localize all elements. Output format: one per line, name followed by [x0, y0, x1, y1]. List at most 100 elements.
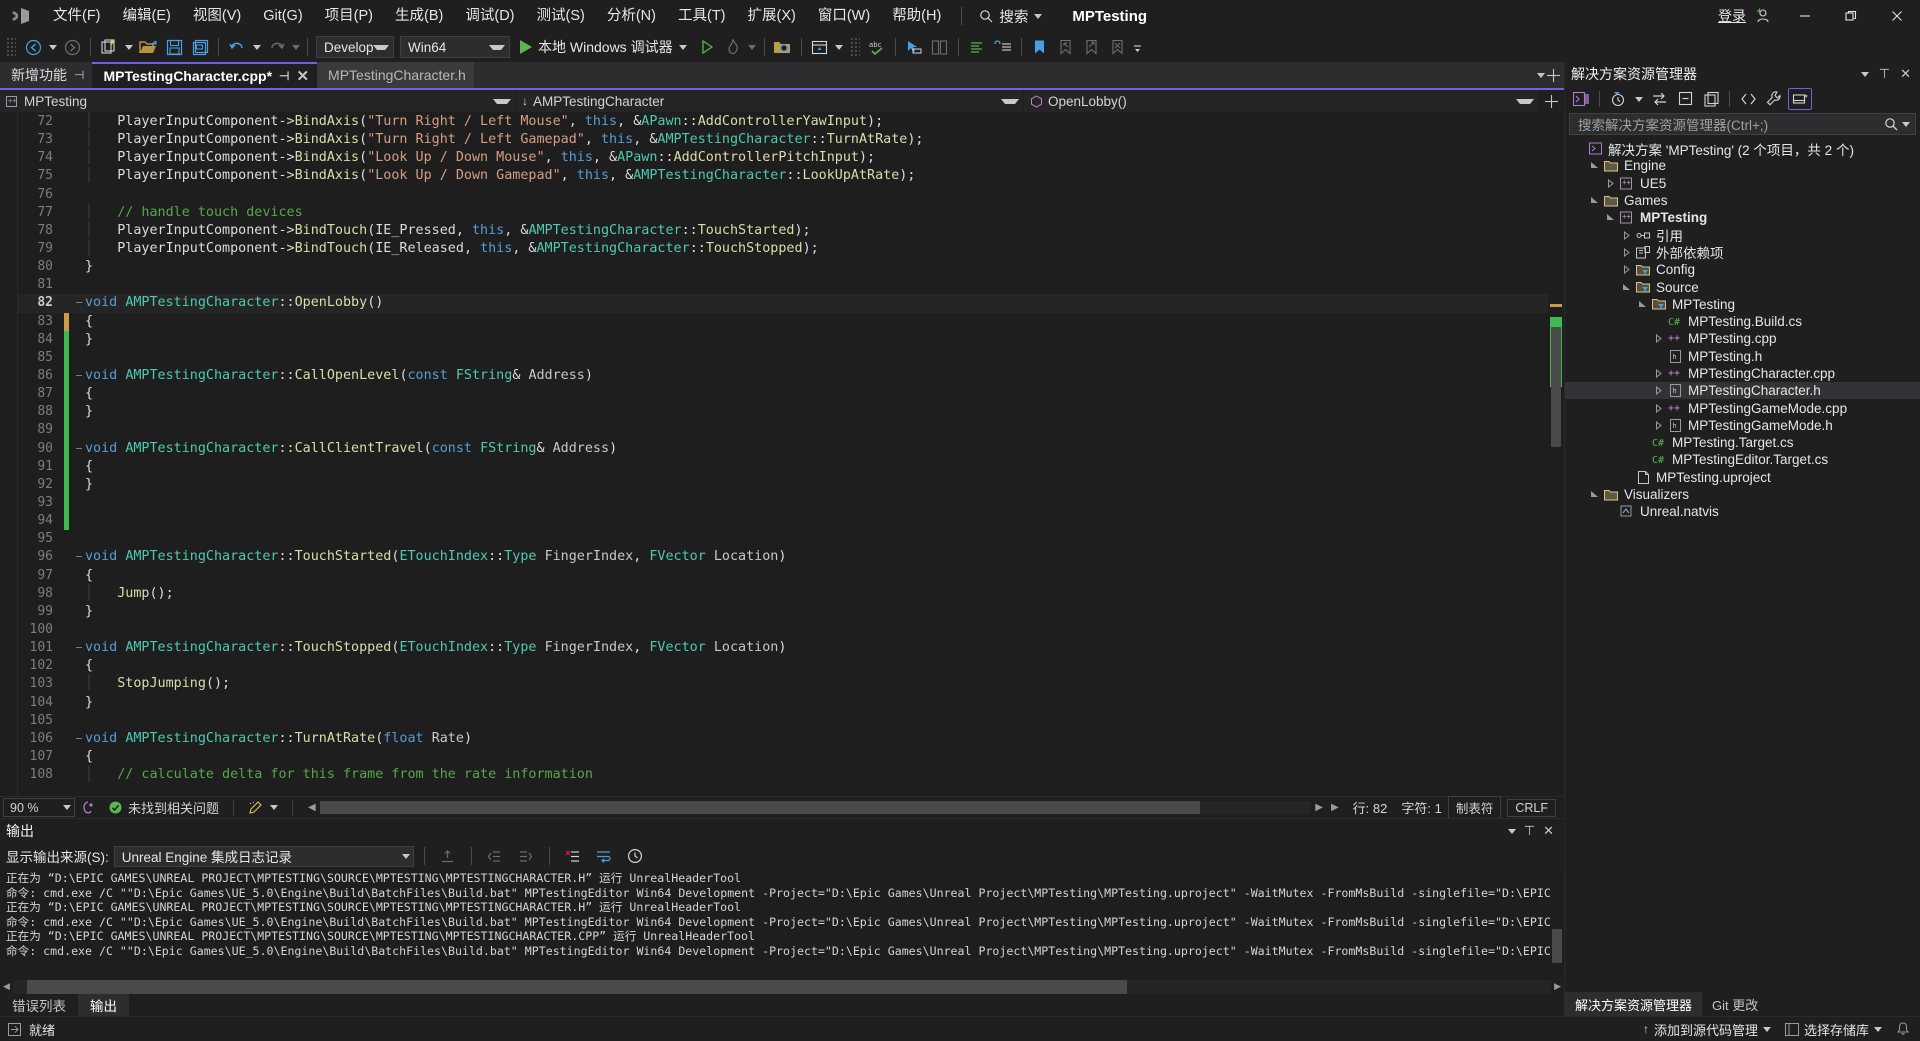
- hot-reload-dropdown[interactable]: [746, 35, 759, 59]
- hscroll-track[interactable]: [319, 801, 1312, 814]
- code-editor[interactable]: 72 │ PlayerInputComponent->BindAxis("Turn…: [0, 112, 1564, 796]
- code-line[interactable]: 76: [18, 186, 1548, 204]
- code-line[interactable]: 81: [18, 276, 1548, 294]
- collapsed-arrow-icon[interactable]: [1603, 178, 1618, 188]
- code-line[interactable]: 96 − void AMPTestingCharacter::TouchStarte…: [18, 548, 1548, 566]
- collapse-all-button[interactable]: [1673, 88, 1697, 110]
- code-line[interactable]: 106 − void AMPTestingCharacter::TurnAtRate…: [18, 730, 1548, 748]
- solution-platform-combo[interactable]: Win64: [400, 36, 510, 58]
- spell-check-button[interactable]: abc: [864, 35, 890, 59]
- menu-edit[interactable]: 编辑(E): [112, 0, 182, 32]
- code-line[interactable]: 72 │ PlayerInputComponent->BindAxis("Turn…: [18, 113, 1548, 131]
- save-all-button[interactable]: [187, 35, 213, 59]
- solution-tree[interactable]: 解决方案 'MPTesting' (2 个项目，共 2 个) Engine ++ UE…: [1565, 138, 1920, 992]
- tab-mptestingcharacter-h[interactable]: MPTestingCharacter.h: [317, 62, 474, 88]
- code-line[interactable]: 103 │ StopJumping();: [18, 675, 1548, 693]
- properties-button[interactable]: [1762, 88, 1786, 110]
- search-icon[interactable]: [1884, 117, 1898, 131]
- code-line[interactable]: 80}: [18, 258, 1548, 276]
- code-line[interactable]: 98 │ Jump();: [18, 585, 1548, 603]
- menu-view[interactable]: 视图(V): [182, 0, 252, 32]
- code-line[interactable]: 89: [18, 421, 1548, 440]
- pin-icon[interactable]: ⊤: [1524, 823, 1535, 839]
- code-line[interactable]: 100: [18, 621, 1548, 639]
- expanded-arrow-icon[interactable]: [1587, 196, 1602, 205]
- scroll-right-icon[interactable]: ▶: [1311, 802, 1327, 813]
- pin-icon[interactable]: ⊣: [279, 69, 289, 83]
- expanded-arrow-icon[interactable]: [1603, 213, 1618, 222]
- tree-node[interactable]: ++ MPTesting.cpp: [1565, 330, 1920, 347]
- start-debugging-button[interactable]: 本地 Windows 调试器: [513, 35, 694, 59]
- code-line[interactable]: 78 │ PlayerInputComponent->BindTouch(IE_P…: [18, 222, 1548, 240]
- tree-node[interactable]: 解决方案 'MPTesting' (2 个项目，共 2 个): [1565, 140, 1920, 158]
- clear-bookmarks-button[interactable]: [1105, 35, 1131, 59]
- tree-node[interactable]: Config: [1565, 261, 1920, 278]
- fold-toggle[interactable]: −: [73, 440, 85, 458]
- go-to-previous-message-button[interactable]: [482, 844, 508, 868]
- close-button[interactable]: [1874, 0, 1920, 32]
- collapsed-arrow-icon[interactable]: [1651, 369, 1666, 378]
- collapsed-arrow-icon[interactable]: [1619, 265, 1634, 275]
- output-text-area[interactable]: 正在为 “D:\EPIC GAMES\UNREAL PROJECT\MPTEST…: [0, 869, 1564, 979]
- start-without-debugging-button[interactable]: [694, 35, 720, 59]
- output-vertical-scrollbar[interactable]: [1550, 869, 1564, 979]
- code-line[interactable]: 94: [18, 512, 1548, 531]
- code-line[interactable]: 92}: [18, 475, 1548, 494]
- pin-icon[interactable]: ⊤: [1879, 66, 1890, 82]
- collapsed-arrow-icon[interactable]: [1651, 386, 1666, 396]
- new-project-button[interactable]: [96, 35, 122, 59]
- chevron-down-icon[interactable]: [1507, 828, 1516, 834]
- editor-text-area[interactable]: 72 │ PlayerInputComponent->BindAxis("Turn…: [18, 112, 1548, 796]
- notifications-bell-button[interactable]: [1896, 1022, 1910, 1036]
- tree-node[interactable]: Visualizers: [1565, 486, 1920, 503]
- code-line[interactable]: 97 {: [18, 567, 1548, 585]
- toggle-bookmark-button[interactable]: [1027, 35, 1053, 59]
- fold-toggle[interactable]: −: [73, 367, 85, 385]
- menu-debug[interactable]: 调试(D): [454, 0, 525, 32]
- code-line[interactable]: 84}: [18, 330, 1548, 349]
- code-line[interactable]: 108 │ // calculate delta for this frame f…: [18, 766, 1548, 784]
- code-line[interactable]: 75 │ PlayerInputComponent->BindAxis("Look…: [18, 167, 1548, 185]
- minimize-button[interactable]: [1782, 0, 1828, 32]
- issues-status[interactable]: 未找到相关问题: [102, 798, 226, 817]
- code-line[interactable]: 101 − void AMPTestingCharacter::TouchStopp…: [18, 639, 1548, 657]
- code-line[interactable]: 79 │ PlayerInputComponent->BindTouch(IE_R…: [18, 240, 1548, 258]
- editor-vertical-scrollbar[interactable]: [1548, 112, 1564, 796]
- tree-node[interactable]: MPTesting: [1565, 296, 1920, 313]
- output-horizontal-scrollbar[interactable]: ◀ ▶: [0, 979, 1564, 994]
- tree-node[interactable]: C# MPTesting.Build.cs: [1565, 313, 1920, 330]
- maximize-restore-button[interactable]: [1828, 0, 1874, 32]
- go-to-next-message-button[interactable]: [513, 844, 539, 868]
- preview-selected-items-button[interactable]: [1788, 88, 1812, 110]
- code-line[interactable]: 105: [18, 712, 1548, 730]
- tab-git-changes[interactable]: Git 更改: [1702, 992, 1768, 1016]
- tree-node[interactable]: h MPTestingGameMode.h: [1565, 417, 1920, 434]
- code-line[interactable]: 90 − void AMPTestingCharacter::CallClientT…: [18, 439, 1548, 458]
- navigate-forward-button[interactable]: [59, 35, 85, 59]
- toolbar-overflow-button[interactable]: [1131, 35, 1144, 59]
- output-source-combo[interactable]: Unreal Engine 集成日志记录: [113, 845, 414, 867]
- tree-node[interactable]: Source: [1565, 278, 1920, 295]
- navbar-split-control[interactable]: [1539, 90, 1564, 112]
- scroll-right-icon[interactable]: ▶: [1551, 981, 1564, 992]
- format-document-button[interactable]: [964, 35, 990, 59]
- split-view-icon[interactable]: [1547, 68, 1560, 82]
- editor-horizontal-scrollbar[interactable]: ◀ ▶: [304, 800, 1327, 815]
- output-scrollbar-thumb[interactable]: [1552, 929, 1562, 963]
- add-to-source-control-button[interactable]: ↑ 添加到源代码管理: [1643, 1020, 1771, 1039]
- code-line[interactable]: 104}: [18, 694, 1548, 712]
- menu-extensions[interactable]: 扩展(X): [737, 0, 807, 32]
- code-line[interactable]: 87 {: [18, 385, 1548, 404]
- hot-reload-button[interactable]: [720, 35, 746, 59]
- code-line[interactable]: 88}: [18, 403, 1548, 422]
- tree-node[interactable]: 引用: [1565, 226, 1920, 244]
- undo-button[interactable]: [224, 35, 250, 59]
- close-icon[interactable]: ✕: [1543, 823, 1554, 839]
- redo-button[interactable]: [263, 35, 289, 59]
- show-all-files-button[interactable]: [1699, 88, 1723, 110]
- collapsed-arrow-icon[interactable]: [1651, 334, 1666, 344]
- scrollbar-thumb[interactable]: [1551, 327, 1561, 447]
- code-line[interactable]: 82 − void AMPTestingCharacter::OpenLobby(): [18, 294, 1548, 313]
- next-bookmark-button[interactable]: [1079, 35, 1105, 59]
- toolbar-grip[interactable]: [6, 37, 16, 57]
